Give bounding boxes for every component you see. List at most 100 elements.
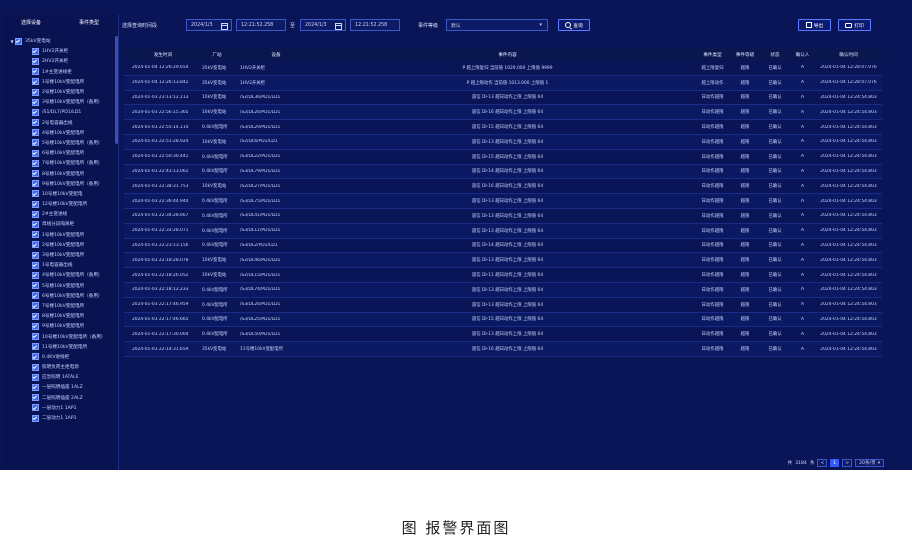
- table-row[interactable]: 2024-01-03 22:36:44.940 0.4kV配电所/S3/DL75/…: [124, 194, 882, 209]
- checkbox[interactable]: [32, 170, 39, 178]
- checkbox[interactable]: [32, 363, 39, 371]
- checkbox[interactable]: [32, 139, 39, 147]
- checkbox[interactable]: [32, 220, 39, 228]
- sidebar-scrollbar[interactable]: [115, 36, 118, 144]
- export-button[interactable]: 导出: [798, 19, 831, 31]
- table-row[interactable]: 2024-01-03 22:55:14.114 0.4kV配电所/S3/DL29/…: [124, 120, 882, 135]
- tree-node[interactable]: 1#主变进线柜: [2, 67, 114, 77]
- checkbox[interactable]: [32, 68, 39, 76]
- tree-node[interactable]: 3号楼10kV变配电所（备用）: [2, 97, 114, 107]
- checkbox[interactable]: [32, 251, 39, 259]
- table-row[interactable]: 2024-01-03 22:18:12.233 0.4kV配电所/S3/DL74/…: [124, 282, 882, 298]
- checkbox[interactable]: [32, 98, 39, 106]
- checkbox[interactable]: [32, 292, 39, 300]
- tree-node[interactable]: 6号楼10kV变配电所（备用）: [2, 291, 114, 301]
- column-header[interactable]: 事件内容: [320, 52, 695, 58]
- page-1-button[interactable]: 1: [830, 459, 840, 467]
- table-row[interactable]: 2024-01-03 22:14:31.659 35kV变电站 11号楼10kV变配…: [124, 342, 882, 357]
- column-header[interactable]: 设备: [232, 52, 320, 58]
- tree-node[interactable]: 7号楼10kV变配电所（备用）: [2, 158, 114, 168]
- table-row[interactable]: 2024-01-03 22:17:46.665 0.4kV配电所/S3/DL25/…: [124, 312, 882, 328]
- checkbox[interactable]: [32, 271, 39, 279]
- checkbox[interactable]: [32, 200, 39, 208]
- tree-node[interactable]: 二层动力1 1AP1: [2, 413, 114, 423]
- start-date-input[interactable]: 2024/1/3: [186, 19, 232, 31]
- table-row[interactable]: 2024-01-03 22:38:31.753 10kV变电站/S2/DL27/P…: [124, 179, 882, 195]
- checkbox[interactable]: [32, 231, 39, 239]
- tree-node[interactable]: 1HV2开关柜: [2, 46, 114, 56]
- checkbox[interactable]: [32, 302, 39, 310]
- checkbox[interactable]: [32, 88, 39, 96]
- checkbox[interactable]: [32, 312, 39, 320]
- tree-node[interactable]: 2号电容器出线: [2, 118, 114, 128]
- tree-node[interactable]: 6号楼10kV变配电所: [2, 148, 114, 158]
- tree-node[interactable]: 5号楼10kV变配电所: [2, 281, 114, 291]
- checkbox[interactable]: [32, 241, 39, 249]
- tree-node[interactable]: 1号楼10kV变配电所: [2, 77, 114, 87]
- column-header[interactable]: 事件等级: [730, 52, 760, 58]
- start-time-input[interactable]: 12:21:52.258: [236, 19, 286, 31]
- checkbox[interactable]: [32, 333, 39, 341]
- checkbox[interactable]: [32, 129, 39, 137]
- column-header[interactable]: 状态: [760, 52, 790, 58]
- tab-select-device[interactable]: 选择设备: [21, 19, 41, 26]
- table-row[interactable]: 2024-01-03 22:43:13.061 0.4kV配电所/S3/DL79/…: [124, 164, 882, 180]
- table-row[interactable]: 2024-01-03 22:34:28.667 0.4kV配电所/S3/DL41/…: [124, 209, 882, 224]
- tree-node[interactable]: 2#主变进线: [2, 209, 114, 219]
- tree-node[interactable]: 二层照明插座 2ALZ: [2, 393, 114, 403]
- checkbox[interactable]: [32, 159, 39, 167]
- tree-node[interactable]: /S1/DL7/PD1/LD1: [2, 107, 114, 117]
- tree-node[interactable]: 1号电容器出线: [2, 260, 114, 270]
- tree-node[interactable]: 2号楼10kV变配电所: [2, 87, 114, 97]
- column-header[interactable]: 厂站: [202, 52, 232, 58]
- checkbox[interactable]: [32, 57, 39, 65]
- tree-node[interactable]: 照明负荷主柜电源: [2, 362, 114, 372]
- end-time-input[interactable]: 12:21:52.258: [350, 19, 400, 31]
- table-row[interactable]: 2024-01-03 22:18:26.052 10kV变电站/S2/DL15/P…: [124, 268, 882, 283]
- column-header[interactable]: 发生时间: [124, 52, 202, 58]
- checkbox[interactable]: [32, 119, 39, 127]
- checkbox[interactable]: [32, 47, 39, 55]
- checkbox[interactable]: [32, 108, 39, 116]
- tree-node[interactable]: 2号楼10kV变配电所: [2, 240, 114, 250]
- table-row[interactable]: 2024-01-04 12:26:29.654 35kV变电站 1HV2开关柜 P 越…: [124, 61, 882, 76]
- tree-node[interactable]: 1号楼10kV变配电所: [2, 230, 114, 240]
- tree-node[interactable]: 5号楼10kV变配电所（备用）: [2, 138, 114, 148]
- checkbox[interactable]: [32, 261, 39, 269]
- checkbox[interactable]: [32, 322, 39, 330]
- column-header[interactable]: 事件类型: [695, 52, 730, 58]
- tree-node[interactable]: 12号楼10kV变配电所: [2, 199, 114, 209]
- tree-node[interactable]: 3号楼10kV变配电所: [2, 250, 114, 260]
- tree-node[interactable]: 9号楼10kV变配电所（备用）: [2, 179, 114, 189]
- checkbox[interactable]: [15, 37, 22, 45]
- table-row[interactable]: 2024-01-03 22:17:46.959 0.4kV配电所/S3/DL26/…: [124, 298, 882, 313]
- end-date-input[interactable]: 2024/1/3: [300, 19, 346, 31]
- checkbox[interactable]: [32, 343, 39, 351]
- column-header[interactable]: 确认人: [790, 52, 815, 58]
- checkbox[interactable]: [32, 210, 39, 218]
- tree-node[interactable]: 2HV2开关柜: [2, 56, 114, 66]
- next-page-button[interactable]: >: [842, 459, 853, 467]
- tree-node[interactable]: 11号楼10kV变配电所: [2, 342, 114, 352]
- search-button[interactable]: 查询: [558, 19, 590, 31]
- print-button[interactable]: 打印: [838, 19, 871, 31]
- checkbox[interactable]: [32, 149, 39, 157]
- column-header[interactable]: 确认时间: [815, 52, 882, 58]
- checkbox[interactable]: [32, 78, 39, 86]
- table-row[interactable]: 2024-01-03 22:23:13.156 0.4kV配电所/S3/DL2/P…: [124, 239, 882, 254]
- tree-node[interactable]: 8号楼10kV变配电所: [2, 168, 114, 178]
- checkbox[interactable]: [32, 190, 39, 198]
- table-row[interactable]: 2024-01-03 22:33:28.071 0.4kV配电所/S3/DL11/…: [124, 223, 882, 239]
- checkbox[interactable]: [32, 353, 39, 361]
- table-row[interactable]: 2024-01-04 12:26:13.842 35kV变电站 1HV2开关柜 P 越…: [124, 75, 882, 91]
- tree-node[interactable]: 0.4KV进线柜: [2, 352, 114, 362]
- tree-node[interactable]: 9号楼10kV变配电所: [2, 321, 114, 331]
- checkbox[interactable]: [32, 414, 39, 422]
- tab-event-type[interactable]: 事件类型: [79, 19, 99, 26]
- tree-node[interactable]: 10号楼10kV变配电所（备用）: [2, 331, 114, 341]
- tree-node[interactable]: 7号楼10kV变配电所: [2, 301, 114, 311]
- tree-node[interactable]: 一层动力1 1AP1: [2, 403, 114, 413]
- prev-page-button[interactable]: <: [817, 459, 828, 467]
- checkbox[interactable]: [32, 394, 39, 402]
- checkbox[interactable]: [32, 373, 39, 381]
